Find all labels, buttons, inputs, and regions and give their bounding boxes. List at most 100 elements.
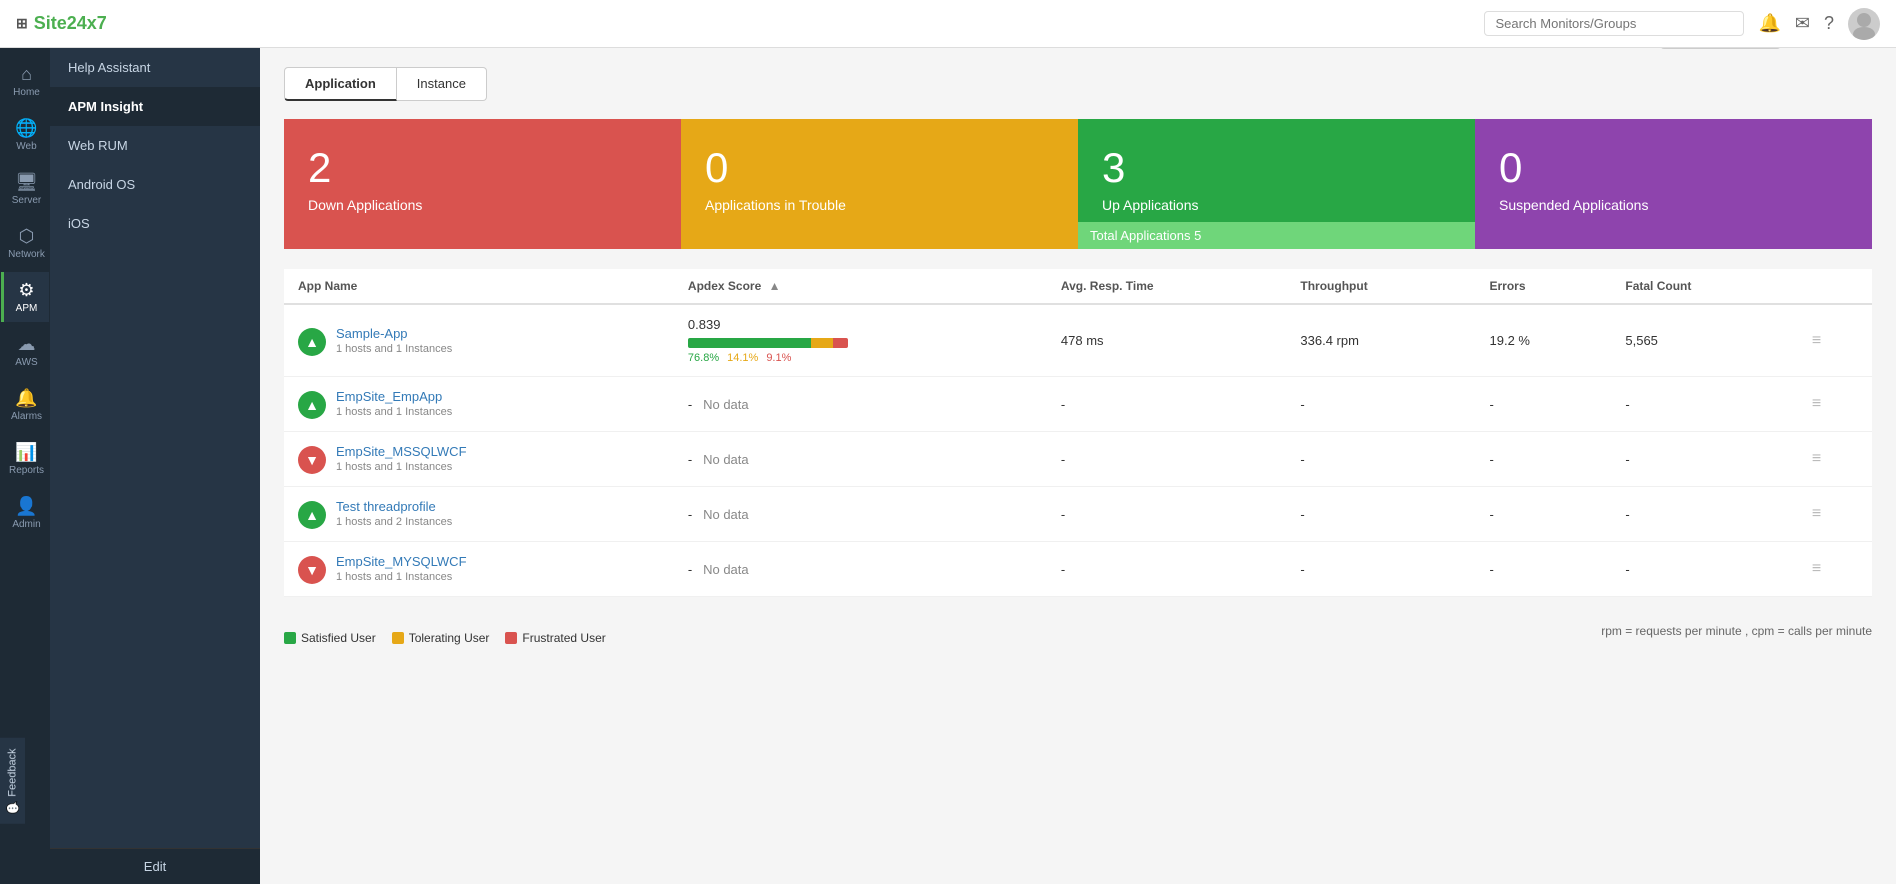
bell-icon[interactable]: 🔔	[1758, 13, 1780, 34]
cell-menu[interactable]: ≡	[1798, 542, 1872, 597]
nav-home-label: Home	[13, 87, 40, 98]
frustrated-color-dot	[505, 632, 517, 644]
col-app-name: App Name	[284, 269, 674, 304]
sidebar-item-web-rum[interactable]: Web RUM	[50, 126, 260, 165]
cell-fatal: -	[1611, 432, 1798, 487]
col-apdex[interactable]: Apdex Score ▲	[674, 269, 1047, 304]
nav-home[interactable]: ⌂ Home	[1, 56, 49, 106]
tolerating-color-dot	[392, 632, 404, 644]
main-content: APM Insight Applications ↻ Last updated …	[260, 0, 1896, 671]
app-name-link[interactable]: EmpSite_MYSQLWCF	[336, 554, 467, 569]
sidebar-item-ios[interactable]: iOS	[50, 204, 260, 243]
status-icon-down: ▼	[298, 556, 326, 584]
legend: Satisfied User Tolerating User Frustrate…	[284, 631, 606, 645]
cell-fatal: -	[1611, 487, 1798, 542]
stat-trouble-number: 0	[705, 147, 1054, 189]
search-bar[interactable]	[1484, 11, 1744, 36]
home-icon: ⌂	[21, 64, 32, 85]
nav-reports-label: Reports	[9, 465, 44, 476]
nav-alarms[interactable]: 🔔 Alarms	[1, 380, 49, 430]
tabs: Application Instance	[284, 67, 1872, 101]
app-name-link[interactable]: Test threadprofile	[336, 499, 452, 514]
cell-fatal: 5,565	[1611, 304, 1798, 377]
cell-app-name: ▲ Test threadprofile 1 hosts and 2 Insta…	[284, 487, 674, 542]
app-hosts: 1 hosts and 1 Instances	[336, 406, 452, 418]
search-input[interactable]	[1495, 16, 1733, 31]
cell-avg-resp: -	[1047, 377, 1286, 432]
nav-admin[interactable]: 👤 Admin	[1, 488, 49, 538]
nav-apm[interactable]: ⚙ APM	[1, 272, 49, 322]
cell-apdex: - No data	[674, 487, 1047, 542]
row-menu-icon[interactable]: ≡	[1812, 450, 1821, 467]
alarms-icon: 🔔	[15, 388, 37, 409]
logo: ⊞ Site24x7	[16, 13, 107, 34]
table-row: ▲ EmpSite_EmpApp 1 hosts and 1 Instances…	[284, 377, 1872, 432]
app-name-link[interactable]: Sample-App	[336, 326, 452, 341]
footer-note: rpm = requests per minute , cpm = calls …	[1601, 624, 1872, 638]
cell-menu[interactable]: ≡	[1798, 377, 1872, 432]
app-name-link[interactable]: EmpSite_MSSQLWCF	[336, 444, 467, 459]
tab-instance[interactable]: Instance	[397, 67, 487, 101]
cell-menu[interactable]: ≡	[1798, 432, 1872, 487]
stat-down-label: Down Applications	[308, 197, 657, 213]
nav-server-label: Server	[12, 195, 41, 206]
legend-tolerating: Tolerating User	[392, 631, 490, 645]
table-row: ▼ EmpSite_MYSQLWCF 1 hosts and 1 Instanc…	[284, 542, 1872, 597]
sidebar-item-help[interactable]: Help Assistant	[50, 48, 260, 87]
avatar[interactable]	[1848, 8, 1880, 40]
cell-menu[interactable]: ≡	[1798, 487, 1872, 542]
row-menu-icon[interactable]: ≡	[1812, 395, 1821, 412]
nav-reports[interactable]: 📊 Reports	[1, 434, 49, 484]
cell-menu[interactable]: ≡	[1798, 304, 1872, 377]
cell-throughput: 336.4 rpm	[1286, 304, 1475, 377]
cell-avg-resp: -	[1047, 487, 1286, 542]
tolerating-label: Tolerating User	[409, 631, 490, 645]
nav-network[interactable]: ⬡ Network	[1, 218, 49, 268]
row-menu-icon[interactable]: ≡	[1812, 505, 1821, 522]
cell-apdex: 0.839 76.8% 14.1% 9.1%	[674, 304, 1047, 377]
app-name-link[interactable]: EmpSite_EmpApp	[336, 389, 452, 404]
apdex-dash: -	[688, 397, 692, 412]
sort-apdex-icon: ▲	[769, 279, 781, 293]
web-icon: 🌐	[15, 118, 37, 139]
cell-app-name: ▼ EmpSite_MSSQLWCF 1 hosts and 1 Instanc…	[284, 432, 674, 487]
stat-card-suspended[interactable]: 0 Suspended Applications	[1475, 119, 1872, 249]
nav-aws[interactable]: ☁ AWS	[1, 326, 49, 376]
stat-card-trouble[interactable]: 0 Applications in Trouble	[681, 119, 1078, 249]
cell-throughput: -	[1286, 377, 1475, 432]
apdex-green	[688, 338, 811, 348]
stat-card-down[interactable]: 2 Down Applications	[284, 119, 681, 249]
stat-trouble-label: Applications in Trouble	[705, 197, 1054, 213]
cell-errors: -	[1476, 542, 1612, 597]
app-hosts: 1 hosts and 2 Instances	[336, 516, 452, 528]
row-menu-icon[interactable]: ≡	[1812, 560, 1821, 577]
cell-apdex: - No data	[674, 432, 1047, 487]
sidebar-item-android[interactable]: Android OS	[50, 165, 260, 204]
nav-web[interactable]: 🌐 Web	[1, 110, 49, 160]
cell-throughput: -	[1286, 487, 1475, 542]
network-icon: ⬡	[19, 226, 35, 247]
stat-suspended-label: Suspended Applications	[1499, 197, 1848, 213]
cell-app-name: ▲ Sample-App 1 hosts and 1 Instances	[284, 304, 674, 377]
sidebar: Help Assistant APM Insight Web RUM Andro…	[50, 48, 260, 884]
mail-icon[interactable]: ✉	[1795, 13, 1810, 34]
edit-button[interactable]: Edit	[50, 848, 260, 884]
stat-card-up[interactable]: 3 Up Applications Total Applications 5	[1078, 119, 1475, 249]
nav-server[interactable]: 🖥 Server	[1, 164, 49, 214]
cell-errors: -	[1476, 377, 1612, 432]
cell-errors: -	[1476, 487, 1612, 542]
row-menu-icon[interactable]: ≡	[1812, 332, 1821, 349]
col-throughput: Throughput	[1286, 269, 1475, 304]
cell-fatal: -	[1611, 377, 1798, 432]
feedback-button[interactable]: 💬 Feedback	[0, 738, 25, 824]
tab-application[interactable]: Application	[284, 67, 397, 101]
feedback-label: Feedback	[7, 748, 19, 796]
sidebar-item-apm-insight[interactable]: APM Insight	[50, 87, 260, 126]
nav-alarms-label: Alarms	[11, 411, 42, 422]
apdex-bar	[688, 338, 848, 348]
help-icon[interactable]: ?	[1824, 13, 1834, 34]
col-menu	[1798, 269, 1872, 304]
cell-app-name: ▼ EmpSite_MYSQLWCF 1 hosts and 1 Instanc…	[284, 542, 674, 597]
status-icon-up: ▲	[298, 501, 326, 529]
cell-apdex: - No data	[674, 542, 1047, 597]
